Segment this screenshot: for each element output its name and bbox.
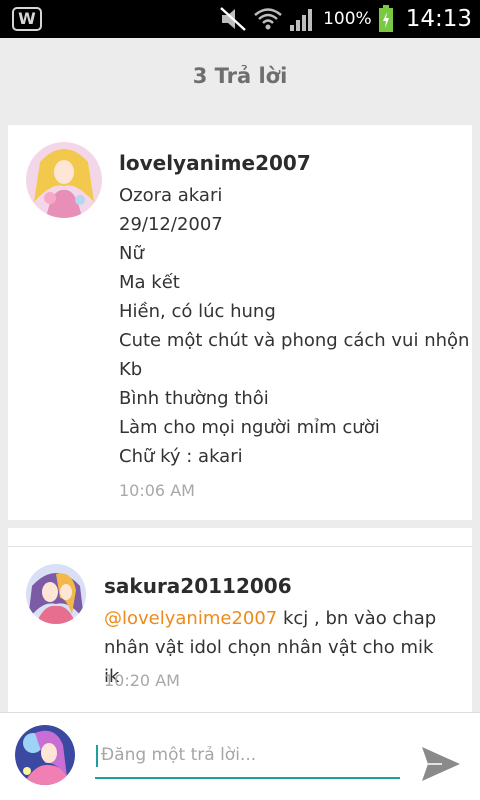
comment-line: Ozora akari: [119, 185, 223, 206]
comment-username[interactable]: sakura20112006: [104, 574, 292, 598]
comment-line: Kb: [119, 359, 143, 380]
reply-input-placeholder: Đăng một trả lời...: [101, 745, 257, 765]
comment-line: Nữ: [119, 243, 144, 264]
clock: 14:13: [405, 6, 472, 32]
mute-icon: [220, 7, 246, 31]
battery-icon: [378, 5, 393, 32]
reply-bar: Đăng một trả lời...: [0, 712, 480, 800]
mention-link[interactable]: @lovelyanime2007: [104, 608, 277, 629]
comment-line: Bình thường thôi: [119, 388, 269, 409]
comment-username[interactable]: lovelyanime2007: [119, 151, 311, 175]
comment-line: Hiền, có lúc hung: [119, 301, 276, 322]
page-header: 3 Trả lời: [0, 38, 480, 114]
comment-card: lovelyanime2007 Ozora akari 29/12/2007 N…: [8, 125, 472, 520]
comment-card: sakura20112006 @lovelyanime2007 kcj , bn…: [8, 528, 472, 718]
battery-percent: 100%: [323, 9, 372, 29]
status-bar: W 100% 14:13: [0, 0, 480, 38]
comment-line: Chữ ký : akari: [119, 446, 243, 467]
avatar: [15, 725, 75, 785]
avatar[interactable]: [26, 142, 102, 218]
text-cursor: [96, 745, 98, 767]
avatar[interactable]: [26, 564, 86, 624]
comment-line: Làm cho mọi người mỉm cười: [119, 417, 380, 438]
divider: [8, 546, 472, 547]
comment-line: 29/12/2007: [119, 214, 223, 235]
page-title: 3 Trả lời: [192, 64, 288, 88]
comment-line: Ma kết: [119, 272, 180, 293]
wifi-icon: [254, 8, 282, 30]
comment-timestamp: 10:20 AM: [104, 671, 180, 690]
comment-timestamp: 10:06 AM: [119, 481, 195, 500]
comment-line: Cute một chút và phong cách vui nhộn: [119, 330, 470, 351]
send-icon[interactable]: [420, 745, 462, 783]
wattpad-icon: W: [12, 7, 42, 31]
reply-input[interactable]: Đăng một trả lời...: [95, 739, 400, 779]
comment-body: Ozora akari 29/12/2007 Nữ Ma kết Hiền, c…: [119, 181, 469, 471]
signal-icon: [290, 9, 313, 31]
